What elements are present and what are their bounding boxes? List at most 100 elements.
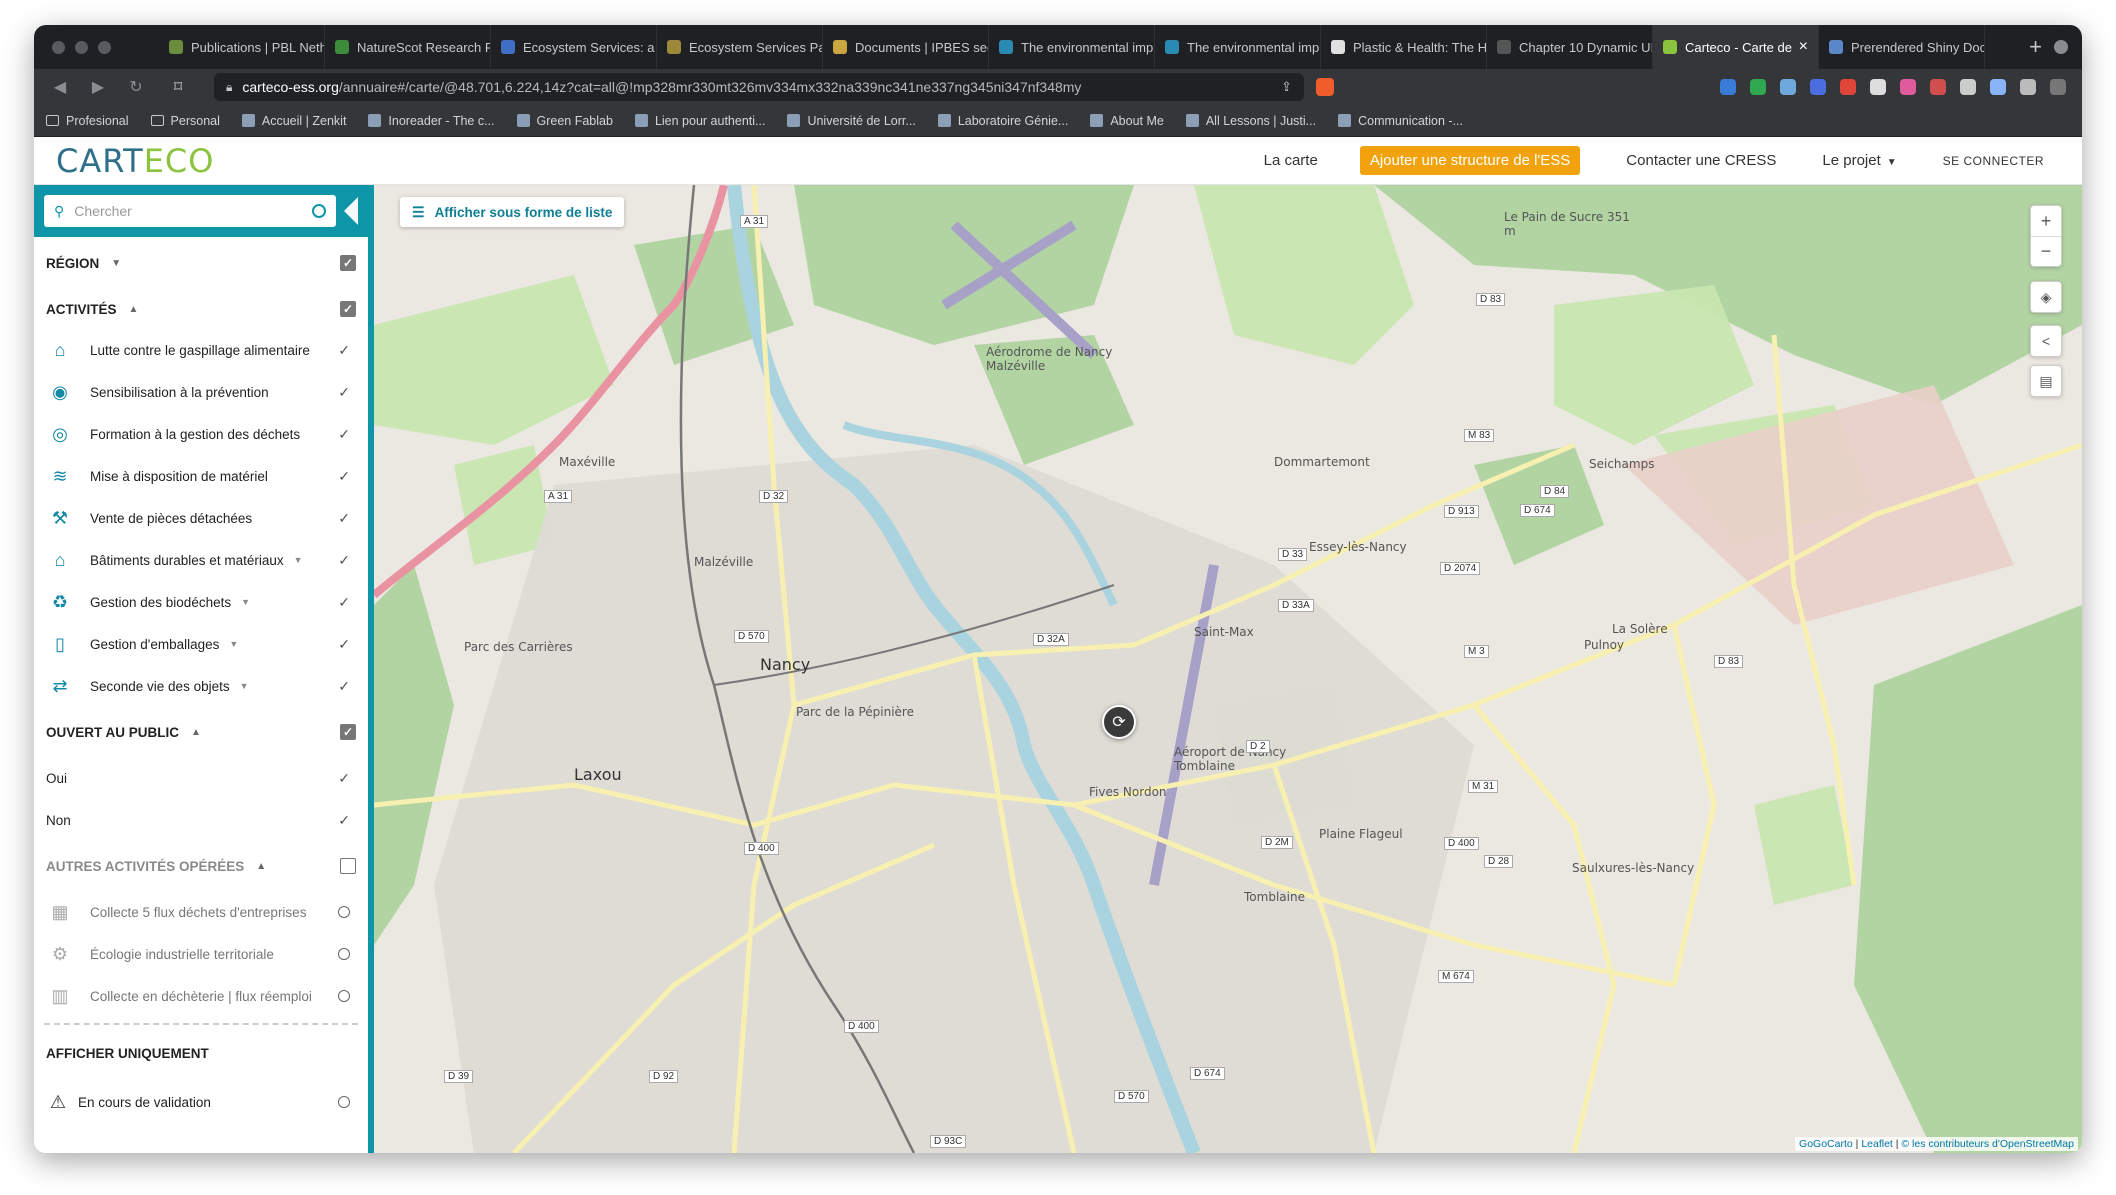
activity-radio[interactable]: [338, 906, 350, 918]
window-controls[interactable]: [34, 40, 159, 54]
layers-icon[interactable]: ◈: [2030, 281, 2062, 313]
validation-radio[interactable]: [338, 1096, 350, 1108]
share-icon[interactable]: ⇪: [1281, 79, 1292, 95]
browser-tab[interactable]: Publications | PBL Neth: [159, 25, 325, 69]
zoom-out-button[interactable]: −: [2031, 236, 2061, 266]
extension-icon[interactable]: [1720, 79, 1736, 95]
search-input[interactable]: ⚲ Chercher: [44, 195, 336, 227]
expand-icon[interactable]: ▼: [294, 555, 303, 565]
other-activity-item[interactable]: ▥ Collecte en déchèterie | flux réemploi: [34, 975, 368, 1017]
geolocate-icon[interactable]: [312, 204, 326, 218]
activity-radio[interactable]: [338, 990, 350, 1002]
bookmark-item[interactable]: Accueil | Zenkit: [241, 114, 346, 128]
bookmark-item[interactable]: Lien pour authenti...: [634, 114, 765, 128]
nav-contact[interactable]: Contacter une CRESS: [1626, 152, 1776, 169]
zoom-in-button[interactable]: +: [2031, 206, 2061, 236]
back-icon[interactable]: ◀: [46, 77, 74, 97]
activity-item[interactable]: ≋ Mise à disposition de matériel ✓: [34, 455, 368, 497]
address-bar[interactable]: 🔒︎ carteco-ess.org/annuaire#/carte/@48.7…: [214, 73, 1304, 101]
public-checkbox[interactable]: ✓: [340, 724, 356, 740]
public-section[interactable]: OUVERT AU PUBLIC ▲ ✓: [34, 707, 368, 757]
show-as-list-button[interactable]: ☰ Afficher sous forme de liste: [400, 197, 625, 227]
bookmark-item[interactable]: Communication -...: [1338, 114, 1463, 128]
extension-icon[interactable]: [1750, 79, 1766, 95]
add-structure-button[interactable]: Ajouter une structure de l'ESS: [1359, 146, 1581, 175]
browser-tab[interactable]: Ecosystem Services: a: [491, 25, 657, 69]
extension-icon[interactable]: [1780, 79, 1796, 95]
share-map-icon[interactable]: <: [2030, 325, 2062, 357]
bookmark-item[interactable]: Laboratoire Génie...: [937, 114, 1068, 128]
loading-marker-icon[interactable]: ⟳: [1102, 705, 1136, 739]
road-shield: D 400: [844, 1020, 879, 1033]
reading-list-icon[interactable]: [1990, 79, 2006, 95]
carteco-logo[interactable]: CARTECO: [56, 142, 214, 180]
bookmark-item[interactable]: Personal: [150, 114, 220, 128]
bookmark-item[interactable]: Université de Lorr...: [787, 114, 916, 128]
login-link[interactable]: SE CONNECTER: [1943, 154, 2044, 168]
other-activities-section[interactable]: AUTRES ACTIVITÉS OPÉRÉES ▲: [34, 841, 368, 891]
expand-icon[interactable]: ▼: [241, 597, 250, 607]
activity-item[interactable]: ◉ Sensibilisation à la prévention ✓: [34, 371, 368, 413]
extension-icon[interactable]: [1870, 79, 1886, 95]
menu-icon[interactable]: [2050, 79, 2066, 95]
browser-tab[interactable]: Carteco - Carte de ×: [1653, 25, 1819, 69]
bookmark-item[interactable]: About Me: [1090, 114, 1164, 128]
activity-item[interactable]: ⌂ Bâtiments durables et matériaux ▼ ✓: [34, 539, 368, 581]
extension-icon[interactable]: [1810, 79, 1826, 95]
bookmark-item[interactable]: Green Fablab: [516, 114, 613, 128]
browser-tab[interactable]: Chapter 10 Dynamic UI: [1487, 25, 1653, 69]
collapse-sidebar-icon[interactable]: [344, 197, 358, 225]
brave-shields-icon[interactable]: [1316, 78, 1334, 96]
new-tab-icon[interactable]: +: [2017, 34, 2054, 60]
osm-link[interactable]: © les contributeurs d'OpenStreetMap: [1901, 1138, 2074, 1150]
tab-strip: Publications | PBL Neth NatureScot Resear…: [159, 25, 2017, 69]
other-activity-item[interactable]: ▦ Collecte 5 flux déchets d'entreprises: [34, 891, 368, 933]
map-view[interactable]: ☰ Afficher sous forme de liste + − ◈ < ▤…: [374, 185, 2082, 1153]
browser-tab[interactable]: Ecosystem Services Pa: [657, 25, 823, 69]
nav-map[interactable]: La carte: [1264, 152, 1318, 169]
activity-item[interactable]: ⇄ Seconde vie des objets ▼ ✓: [34, 665, 368, 707]
browser-tab[interactable]: The environmental imp: [1155, 25, 1321, 69]
expand-icon[interactable]: ▼: [240, 681, 249, 691]
region-checkbox[interactable]: ✓: [340, 255, 356, 271]
public-option-yes[interactable]: Oui ✓: [34, 757, 368, 799]
reload-icon[interactable]: ↻: [122, 77, 150, 97]
wrench-icon: ⚒: [51, 507, 69, 528]
expand-icon[interactable]: ▼: [229, 639, 238, 649]
bookmark-item[interactable]: Profesional: [46, 114, 129, 128]
bookmark-item[interactable]: Inoreader - The c...: [368, 114, 495, 128]
extension-icon[interactable]: [1900, 79, 1916, 95]
activity-item[interactable]: ⚒ Vente de pièces détachées ✓: [34, 497, 368, 539]
bookmark-item[interactable]: All Lessons | Justi...: [1185, 114, 1316, 128]
activities-checkbox[interactable]: ✓: [340, 301, 356, 317]
extension-icon[interactable]: [1840, 79, 1856, 95]
activity-item[interactable]: ◎ Formation à la gestion des déchets ✓: [34, 413, 368, 455]
other-activities-checkbox[interactable]: [340, 858, 356, 874]
map-tiles[interactable]: [374, 185, 2082, 1153]
close-tab-icon[interactable]: ×: [1799, 38, 1808, 56]
browser-tab[interactable]: The environmental imp: [989, 25, 1155, 69]
browser-tab[interactable]: NatureScot Research R: [325, 25, 491, 69]
extension-icon[interactable]: [1930, 79, 1946, 95]
browser-tab[interactable]: Documents | IPBES sec: [823, 25, 989, 69]
public-option-no[interactable]: Non ✓: [34, 799, 368, 841]
activity-item[interactable]: ⌂ Lutte contre le gaspillage alimentaire ✓: [34, 329, 368, 371]
forward-icon[interactable]: ▶: [84, 77, 112, 97]
browser-tab[interactable]: Prerendered Shiny Doc: [1819, 25, 1985, 69]
region-section[interactable]: RÉGION ▼ ✓: [34, 237, 368, 289]
activity-radio[interactable]: [338, 948, 350, 960]
browser-tab[interactable]: Plastic & Health: The H: [1321, 25, 1487, 69]
tab-search-icon[interactable]: [2054, 40, 2068, 54]
activity-item[interactable]: ♻ Gestion des biodéchets ▼ ✓: [34, 581, 368, 623]
map-style-icon[interactable]: ▤: [2030, 365, 2062, 397]
puzzle-icon[interactable]: [1960, 79, 1976, 95]
validation-filter[interactable]: ⚠ En cours de validation: [34, 1081, 368, 1123]
account-icon[interactable]: [2020, 79, 2036, 95]
other-activity-item[interactable]: ⚙ Écologie industrielle territoriale: [34, 933, 368, 975]
gogocarto-link[interactable]: GoGoCarto: [1799, 1138, 1853, 1150]
leaflet-link[interactable]: Leaflet: [1861, 1138, 1893, 1150]
activities-section[interactable]: ACTIVITÉS ▲ ✓: [34, 289, 368, 329]
nav-project[interactable]: Le projet ▼: [1822, 152, 1896, 169]
activity-item[interactable]: ▯ Gestion d'emballages ▼ ✓: [34, 623, 368, 665]
bookmark-page-icon[interactable]: ⌑: [174, 77, 204, 97]
